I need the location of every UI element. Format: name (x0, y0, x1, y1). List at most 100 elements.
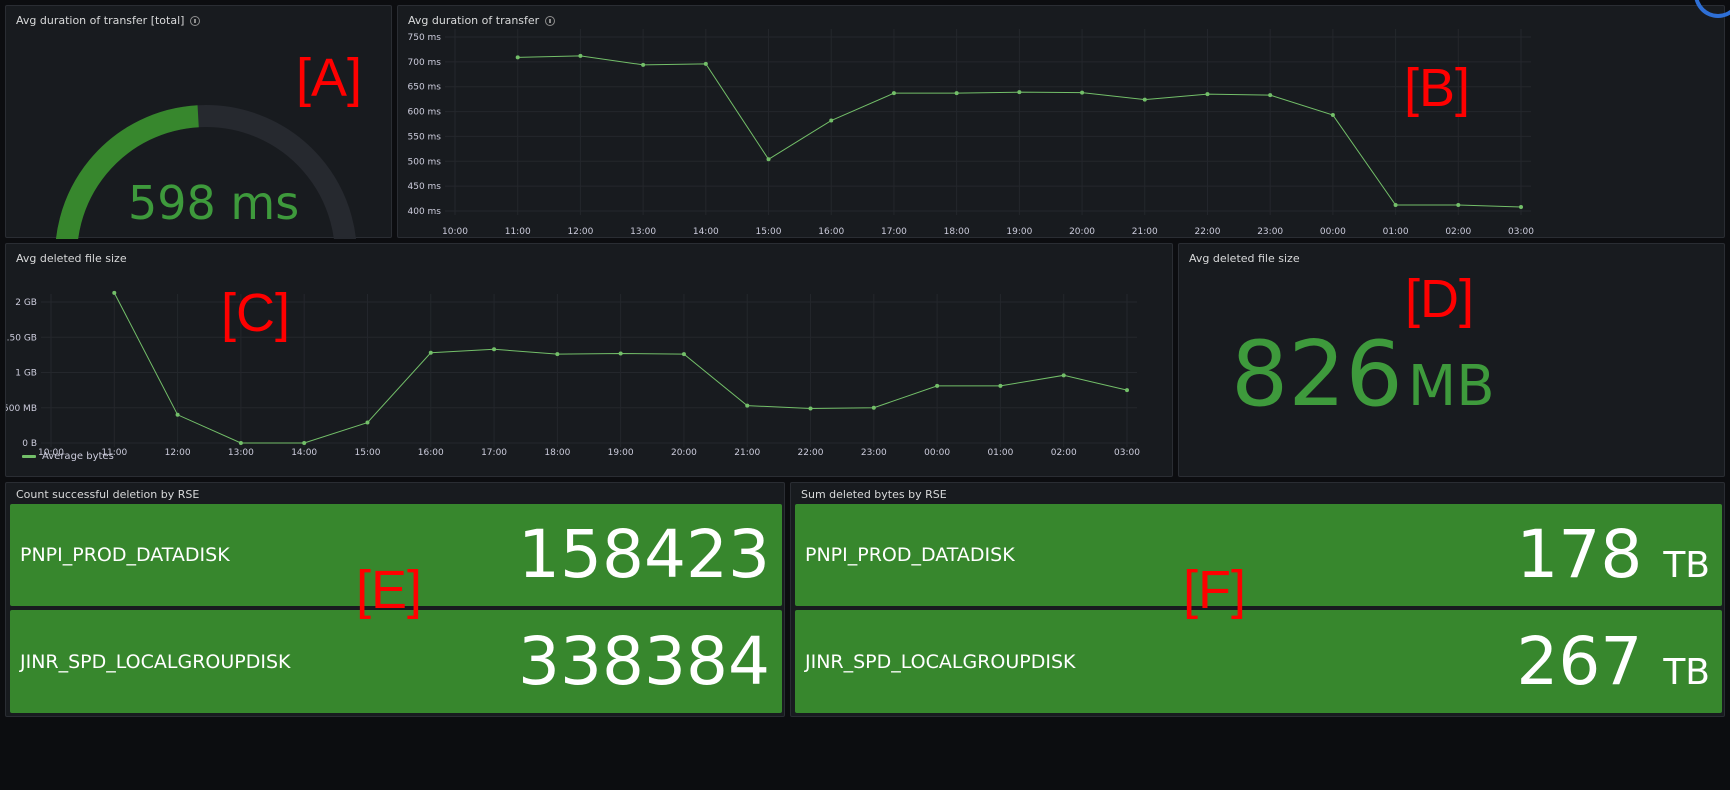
rse-value: 267 TB (1516, 622, 1710, 700)
data-point (1017, 90, 1022, 95)
x-tick-label: 23:00 (861, 448, 887, 458)
panel-title: Sum deleted bytes by RSE (801, 488, 947, 501)
data-point (1268, 93, 1273, 98)
y-tick-label: 500 ms (408, 157, 442, 167)
y-tick-label: 2 GB (15, 298, 37, 308)
rse-name: JINR_SPD_LOCALGROUPDISK (20, 650, 291, 673)
gauge-value: 598 ms (128, 176, 300, 230)
y-tick-label: 550 ms (408, 132, 442, 142)
rse-row[interactable]: PNPI_PROD_DATADISK 178 TB (795, 504, 1722, 606)
x-tick-label: 15:00 (756, 227, 782, 237)
x-tick-label: 03:00 (1114, 448, 1140, 458)
x-tick-label: 19:00 (1006, 227, 1032, 237)
data-point (1142, 97, 1147, 102)
data-point (703, 61, 708, 66)
data-point (766, 157, 771, 162)
data-point (1080, 90, 1085, 95)
y-tick-label: 650 ms (408, 83, 442, 93)
size-stat-panel: Avg deleted file size 826 MB [D] (1178, 243, 1725, 477)
y-tick-label: 1 GB (15, 369, 37, 379)
data-point (681, 352, 686, 357)
data-point (175, 412, 180, 417)
x-tick-label: 16:00 (418, 448, 444, 458)
stat-value: 826 MB (1231, 322, 1495, 427)
y-tick-label: 1.50 GB (6, 333, 37, 343)
panel-title: Count successful deletion by RSE (16, 488, 200, 501)
x-tick-label: 17:00 (881, 227, 907, 237)
data-point (578, 53, 583, 58)
data-point (829, 118, 834, 123)
y-tick-label: 0 B (22, 439, 37, 449)
data-point (365, 420, 370, 425)
bytes-by-rse-panel: Sum deleted bytes by RSE PNPI_PROD_DATAD… (790, 482, 1725, 717)
gauge-panel: Avg duration of transfer [total] 598 ms … (5, 5, 392, 239)
marker-a: [A] (296, 48, 363, 108)
panel-title: Avg deleted file size (1189, 252, 1300, 265)
x-tick-label: 14:00 (693, 227, 719, 237)
data-point (492, 347, 497, 352)
x-tick-label: 00:00 (1320, 227, 1346, 237)
corner-arc-icon (1690, 0, 1730, 20)
data-point (1125, 388, 1129, 393)
x-tick-label: 16:00 (818, 227, 844, 237)
x-tick-label: 17:00 (481, 448, 507, 458)
count-by-rse-panel: Count successful deletion by RSE PNPI_PR… (5, 482, 785, 717)
data-point (515, 55, 520, 60)
x-tick-label: 01:00 (987, 448, 1013, 458)
data-point (808, 406, 813, 411)
x-tick-label: 11:00 (505, 227, 531, 237)
y-tick-label: 400 ms (408, 207, 442, 217)
data-point (555, 352, 560, 357)
data-point (641, 62, 646, 67)
size-chart-panel: Avg deleted file size 0 B500 MB1 GB1.50 … (5, 243, 1173, 477)
x-tick-label: 00:00 (924, 448, 950, 458)
marker-d: [D] (1405, 269, 1475, 329)
rse-row[interactable]: JINR_SPD_LOCALGROUPDISK 338384 (10, 610, 782, 713)
data-point (891, 91, 896, 96)
data-point (1061, 373, 1066, 378)
x-tick-label: 21:00 (1132, 227, 1158, 237)
data-point (1205, 92, 1210, 97)
data-point (1393, 203, 1398, 208)
x-tick-label: 22:00 (798, 448, 824, 458)
legend-swatch (22, 455, 36, 458)
y-tick-label: 700 ms (408, 58, 442, 68)
x-tick-label: 20:00 (671, 448, 697, 458)
rse-name: JINR_SPD_LOCALGROUPDISK (805, 650, 1076, 673)
rse-value: 178 TB (1516, 516, 1710, 593)
data-point (871, 405, 876, 410)
marker-e: [E] (356, 560, 423, 620)
data-point (1519, 205, 1523, 210)
rse-row[interactable]: JINR_SPD_LOCALGROUPDISK 267 TB (795, 610, 1722, 713)
x-tick-label: 22:00 (1195, 227, 1221, 237)
data-point (1456, 203, 1461, 208)
duration-chart-panel: Avg duration of transfer 400 ms 450 ms 500… (397, 5, 1725, 238)
x-tick-label: 20:00 (1069, 227, 1095, 237)
x-tick-label: 12:00 (567, 227, 593, 237)
rse-value: 158423 (518, 516, 770, 593)
y-tick-label: 450 ms (408, 182, 442, 192)
x-tick-label: 13:00 (228, 448, 254, 458)
data-point (954, 91, 959, 96)
data-point (1330, 113, 1335, 118)
size-line-chart: 0 B500 MB1 GB1.50 GB2 GB10:0011:0012:001… (6, 290, 1140, 458)
x-tick-label: 13:00 (630, 227, 656, 237)
x-tick-label: 01:00 (1383, 227, 1409, 237)
marker-b: [B] (1404, 58, 1471, 118)
x-tick-label: 14:00 (291, 448, 317, 458)
data-point (998, 383, 1003, 388)
data-point (238, 441, 243, 445)
x-tick-label: 23:00 (1257, 227, 1283, 237)
x-tick-label: 18:00 (544, 448, 570, 458)
y-tick-label: 500 MB (6, 404, 37, 414)
x-tick-label: 12:00 (165, 448, 191, 458)
data-point (302, 441, 307, 445)
x-tick-label: 02:00 (1445, 227, 1471, 237)
marker-c: [C] (221, 283, 291, 343)
y-tick-label: 600 ms (408, 108, 442, 118)
x-tick-label: 18:00 (944, 227, 970, 237)
rse-value: 338384 (518, 622, 770, 700)
chart-legend[interactable]: Average bytes (22, 451, 114, 462)
data-point (745, 403, 750, 408)
data-point (935, 383, 940, 388)
